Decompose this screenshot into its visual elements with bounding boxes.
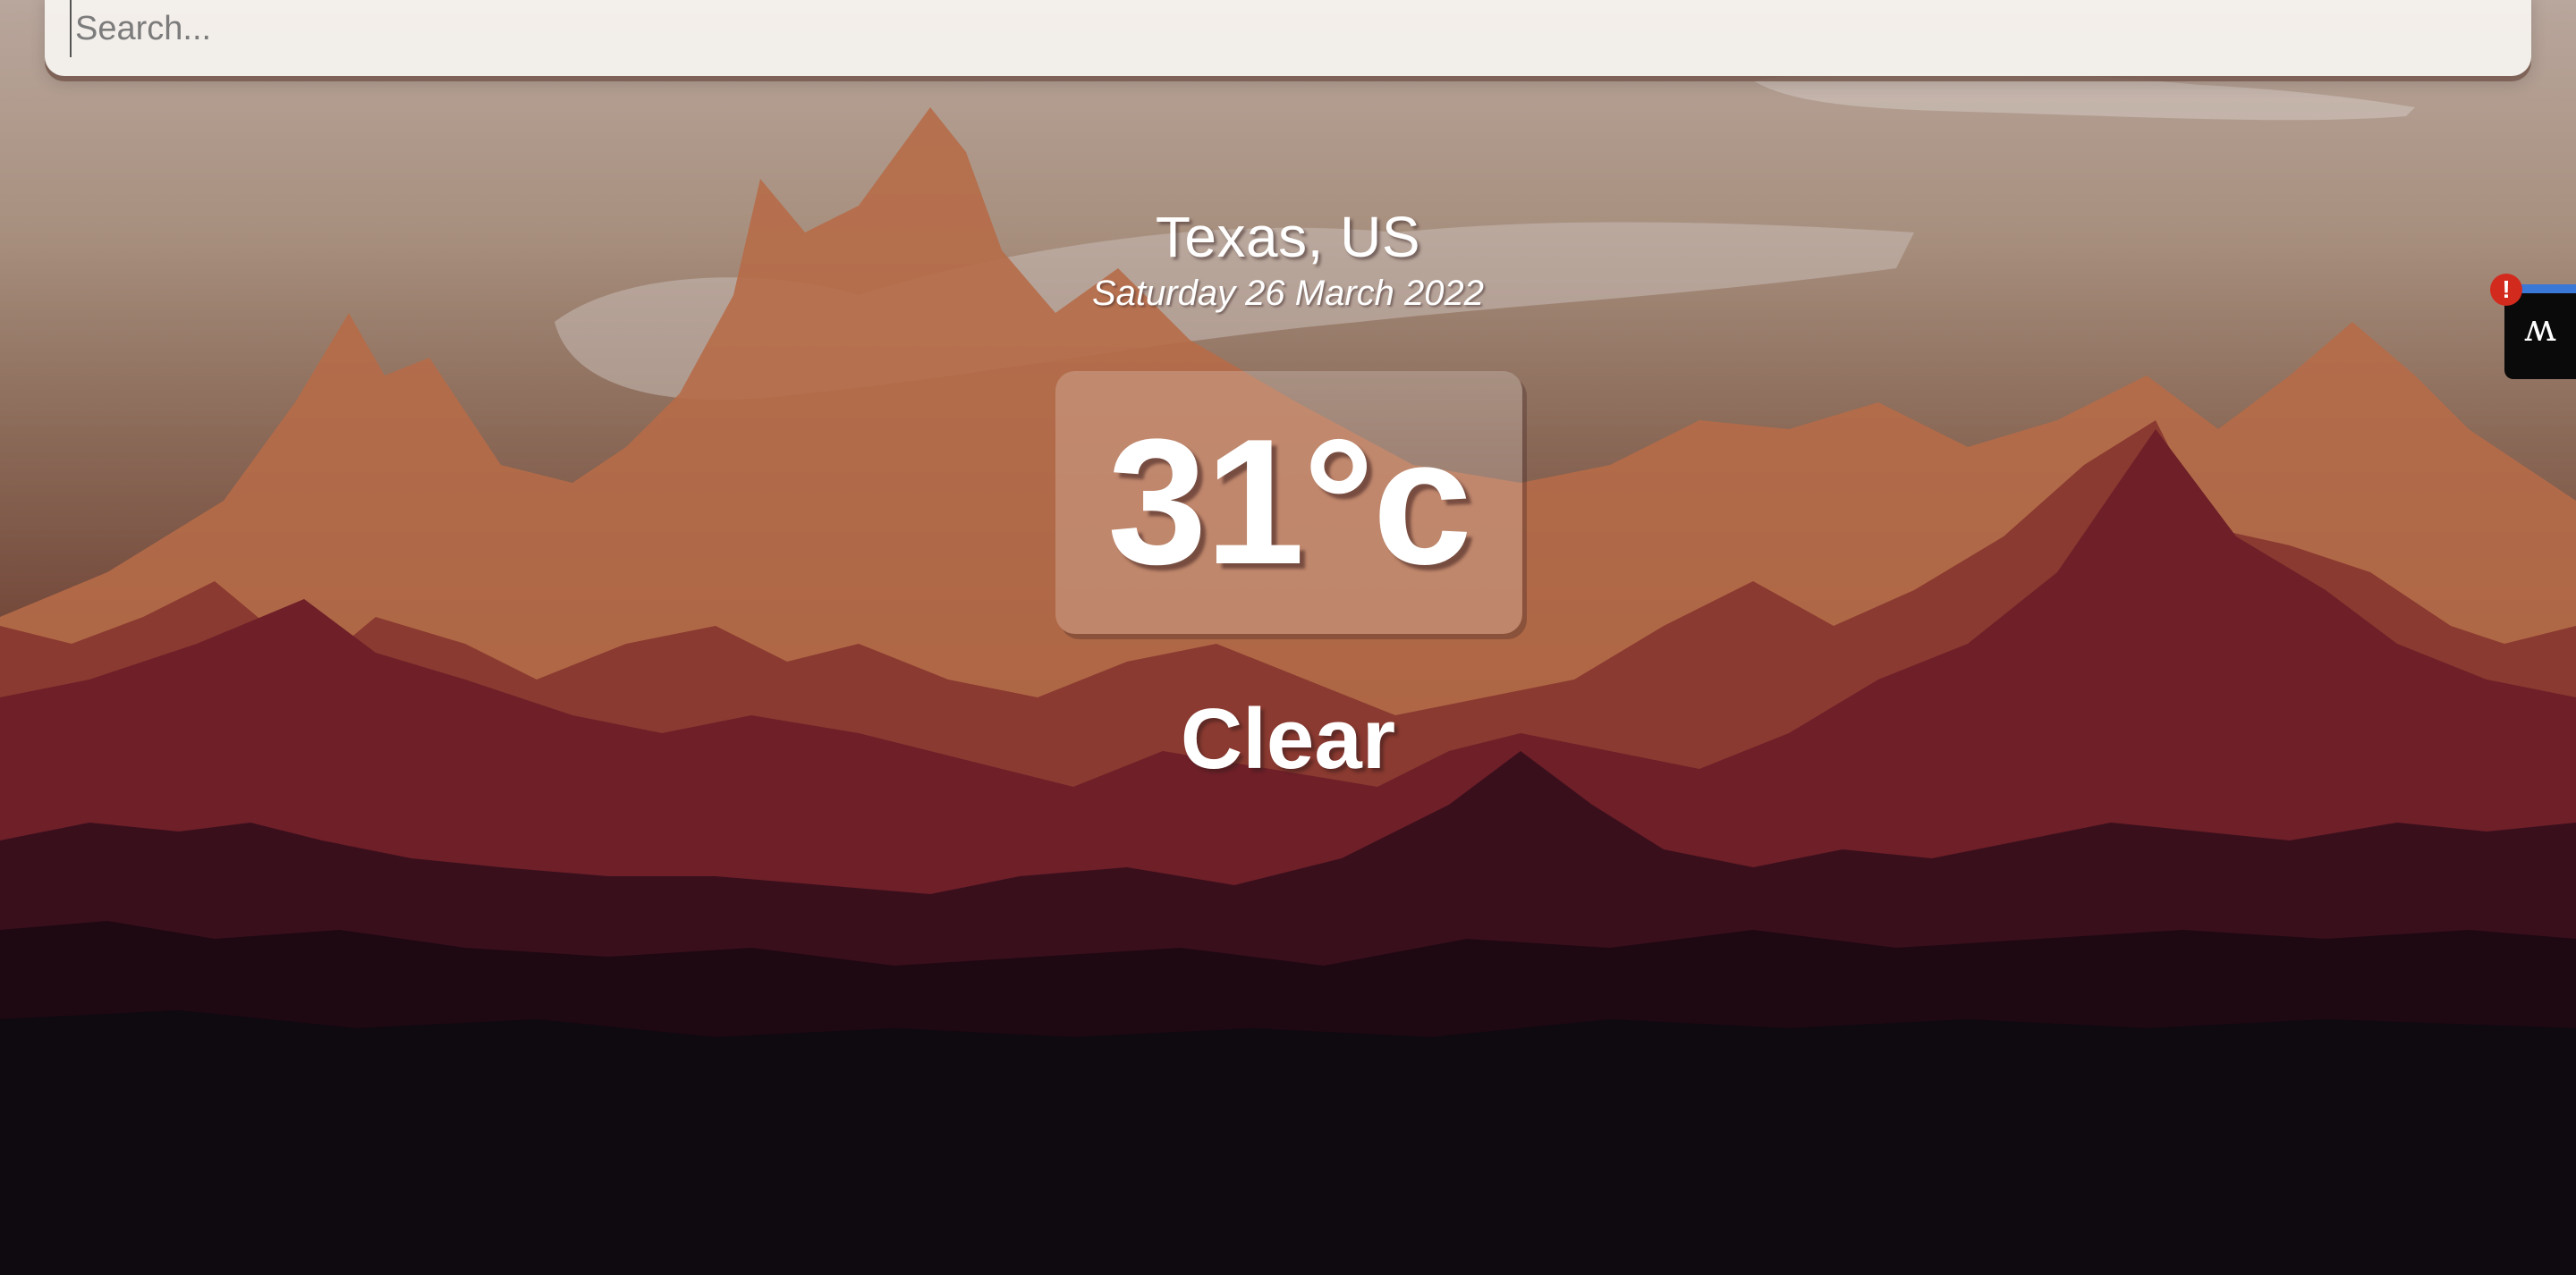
- alert-badge-icon: !: [2490, 274, 2522, 306]
- app-stage: Texas, US Saturday 26 March 2022 31°c Cl…: [0, 0, 2576, 1275]
- cloud-shape-2: [1753, 70, 2415, 121]
- date-label: Saturday 26 March 2022: [1091, 274, 1485, 313]
- search-input[interactable]: [70, 0, 2490, 57]
- weather-condition: Clear: [1180, 691, 1396, 787]
- mountain-background: [0, 70, 2576, 1275]
- search-bar: [45, 0, 2531, 76]
- location-label: Texas, US: [1155, 205, 1421, 269]
- mountain-front: [0, 1010, 2576, 1275]
- temperature-box: 31°c: [1055, 371, 1522, 634]
- temperature-value: 31°c: [1107, 402, 1472, 602]
- location-box: Texas, US Saturday 26 March 2022: [0, 204, 2576, 314]
- monkey-extension-icon: ʍ: [2524, 306, 2556, 350]
